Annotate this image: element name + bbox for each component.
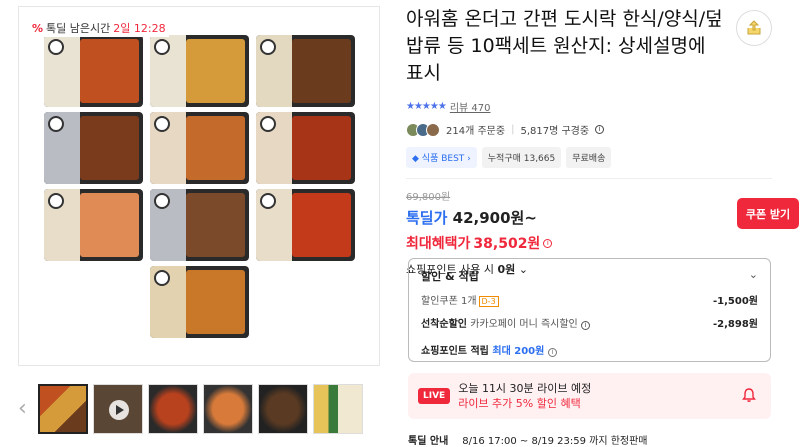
lunchbox-2 — [150, 35, 249, 107]
lunchbox-4 — [44, 112, 143, 184]
deal-info-period: 8/16 17:00 ~ 8/19 23:59 까지 한정판매 — [462, 436, 648, 447]
discount-box-title: 할인 & 적립 — [421, 270, 479, 283]
point-earn-label: 쇼핑포인트 적립 — [421, 346, 489, 357]
lunchbox-6 — [256, 112, 355, 184]
play-icon — [109, 400, 129, 420]
coupon-label: 할인쿠폰 1개 — [421, 296, 477, 307]
coupon-button[interactable]: 쿠폰 받기 — [737, 198, 799, 229]
discount-box: 할인 & 적립 ⌄ 할인쿠폰 1개 D-3 -1,500원 선착순할인 카카오페이… — [408, 258, 771, 362]
firstcome-row: 선착순할인 카카오페이 머니 즉시할인 i -2,898원 — [421, 315, 758, 330]
thumbnail-3[interactable] — [148, 384, 198, 434]
d-day-badge: D-3 — [478, 296, 499, 307]
tag-free-shipping: 무료배송 — [566, 147, 612, 168]
deal-time-label: 톡딜 남은시간 — [46, 22, 111, 35]
product-info: 아워홈 온더고 간편 도시락 한식/양식/덮밥류 등 10팩세트 원산지: 상세… — [406, 6, 772, 277]
review-link[interactable]: 리뷰 470 — [450, 99, 491, 114]
thumbnail-video[interactable] — [93, 384, 143, 434]
share-button[interactable] — [736, 10, 772, 46]
thumbnail-5[interactable] — [258, 384, 308, 434]
lunchbox-5 — [150, 112, 249, 184]
benefit-info-icon[interactable]: i — [543, 238, 553, 248]
coupon-row: 할인쿠폰 1개 D-3 -1,500원 — [421, 292, 758, 307]
firstcome-info-icon[interactable]: i — [580, 321, 590, 330]
coupon-value: -1,500원 — [713, 296, 758, 307]
deal-price-row: 톡딜가 42,900원~ — [406, 207, 772, 228]
firstcome-label: 선착순할인 — [421, 319, 467, 330]
lunchbox-9 — [256, 189, 355, 261]
buyer-avatars — [406, 122, 440, 137]
live-subtitle: 라이브 추가 5% 할인 혜택 — [458, 397, 581, 410]
firstcome-value: -2,898원 — [713, 319, 758, 330]
thumbnail-strip — [38, 384, 363, 434]
thumbnail-prev-icon[interactable]: ‹ — [18, 396, 27, 421]
point-earn-max: 최대 200원 — [492, 346, 545, 357]
lunchbox-3 — [256, 35, 355, 107]
chevron-down-icon: ⌄ — [748, 268, 758, 281]
percent-icon: % — [32, 21, 44, 35]
max-benefit-label: 최대혜택가 — [406, 236, 471, 252]
product-title: 아워홈 온더고 간편 도시락 한식/양식/덮밥류 등 10팩세트 원산지: 상세… — [406, 8, 723, 84]
deal-info-label: 톡딜 안내 — [408, 436, 449, 447]
original-price: 69,800원 — [406, 192, 451, 203]
bell-icon[interactable] — [741, 387, 757, 403]
live-text: 오늘 11시 30분 라이브 예정 라이브 추가 5% 할인 혜택 — [458, 381, 591, 411]
thumbnail-1[interactable] — [38, 384, 88, 434]
max-benefit-price: 38,502원 — [473, 236, 541, 252]
stats-divider: | — [511, 124, 515, 135]
deal-time-badge: % 톡딜 남은시간 2일 12:28 — [29, 19, 169, 37]
live-title: 오늘 11시 30분 라이브 예정 — [458, 382, 592, 395]
tag-best[interactable]: ◆ 식품 BEST › — [406, 147, 477, 168]
point-earn-row: 쇼핑포인트 적립 최대 200원 i — [421, 342, 758, 357]
stats-row: 214개 주문중 | 5,817명 구경중 i — [406, 122, 772, 137]
discount-box-header[interactable]: 할인 & 적립 ⌄ — [421, 268, 758, 284]
point-info-icon[interactable]: i — [547, 348, 557, 357]
info-icon[interactable]: i — [595, 125, 605, 134]
share-icon — [747, 20, 761, 35]
lunchbox-8 — [150, 189, 249, 261]
product-tags: ◆ 식품 BEST › 누적구매 13,665 무료배송 — [406, 147, 772, 168]
product-main-image[interactable]: % 톡딜 남은시간 2일 12:28 — [18, 6, 380, 366]
thumbnail-6[interactable] — [313, 384, 363, 434]
firstcome-sub: 카카오페이 머니 즉시할인 — [470, 319, 578, 330]
orders-count: 214개 주문중 — [446, 126, 506, 137]
rating-row: ★★★★★ 리뷰 470 — [406, 99, 772, 114]
deal-info-row: 톡딜 안내 8/16 17:00 ~ 8/19 23:59 까지 한정판매 — [408, 432, 648, 447]
lunchbox-10 — [150, 266, 249, 338]
lunchbox-1 — [44, 35, 143, 107]
viewers-count: 5,817명 구경중 — [520, 126, 590, 137]
deal-price: 42,900원~ — [452, 209, 537, 227]
lunchbox-7 — [44, 189, 143, 261]
thumbnail-4[interactable] — [203, 384, 253, 434]
deal-price-label: 톡딜가 — [406, 209, 448, 227]
rating-stars: ★★★★★ — [406, 101, 447, 112]
tag-cumulative: 누적구매 13,665 — [481, 147, 562, 168]
live-banner[interactable]: LIVE 오늘 11시 30분 라이브 예정 라이브 추가 5% 할인 혜택 — [408, 373, 771, 419]
live-badge: LIVE — [418, 388, 451, 404]
deal-timer: 2일 12:28 — [113, 22, 166, 35]
divider — [406, 178, 772, 179]
max-benefit-row: 최대혜택가 38,502원 i — [406, 233, 772, 253]
